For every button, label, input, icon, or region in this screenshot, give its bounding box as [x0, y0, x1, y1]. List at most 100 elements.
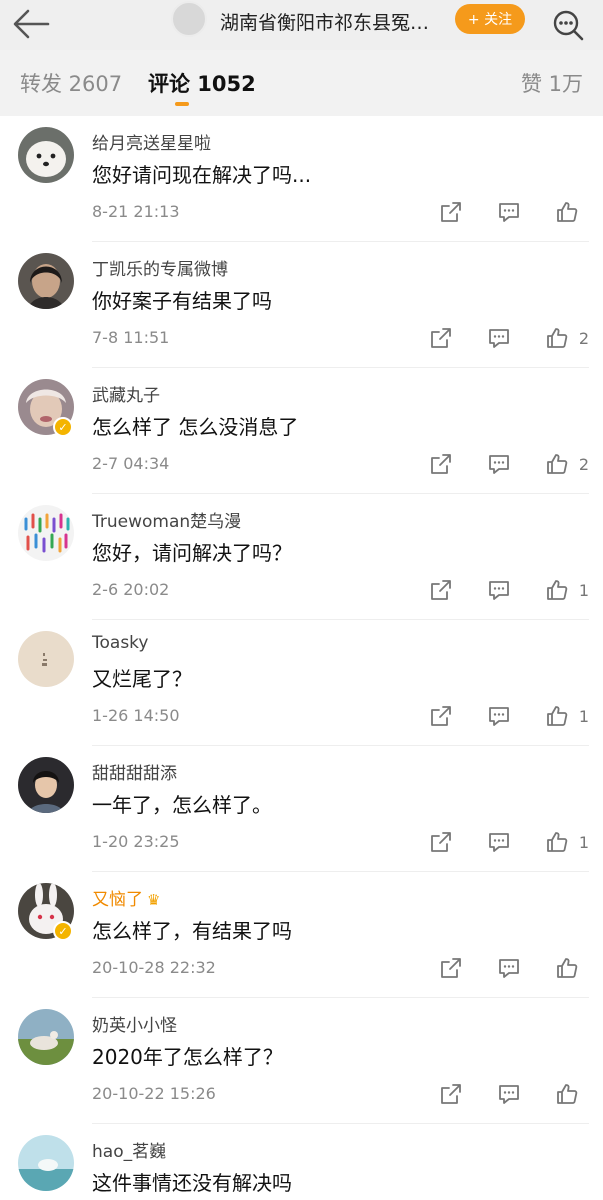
share-icon [441, 1084, 461, 1104]
like-count: 2 [578, 328, 589, 348]
comment-text: 你好案子有结果了吗 [92, 289, 272, 313]
verified-badge-icon: ✓ [53, 417, 73, 437]
share-button[interactable] [429, 326, 453, 350]
comment-icon [488, 707, 509, 726]
avatar[interactable] [18, 631, 74, 687]
like-button[interactable] [555, 1082, 589, 1106]
avatar[interactable] [18, 1135, 74, 1191]
crown-icon: ♛ [147, 891, 161, 909]
thumbs-up-icon [557, 958, 578, 978]
comment-item: 奶英小小怪 2020年了怎么样了？ 20-10-22 15:26 [0, 998, 603, 1124]
thumbs-up-icon [546, 454, 568, 474]
share-button[interactable] [439, 1082, 463, 1106]
comment-username[interactable]: 奶英小小怪 [92, 1011, 177, 1036]
comment-username[interactable]: 甜甜甜甜添 [92, 759, 177, 784]
comment-actions: 1 [395, 578, 589, 602]
share-icon [430, 580, 451, 600]
username-text[interactable]: 又恼了 [92, 890, 143, 910]
comment-username[interactable]: Toasky [92, 633, 148, 653]
reply-button[interactable] [487, 452, 511, 476]
follow-button[interactable]: + 关注 [455, 4, 525, 34]
comment-icon [499, 203, 519, 222]
back-arrow-icon[interactable] [12, 6, 52, 42]
comment-icon [488, 833, 509, 852]
tab-comments[interactable]: 评论 1052 [148, 68, 256, 98]
comment-item: ✓ 又恼了 ♛ 怎么样了，有结果了吗 20-10-28 22:32 [0, 872, 603, 998]
comment-text: 您好请问现在解决了吗... [92, 163, 312, 187]
share-button[interactable] [429, 830, 453, 854]
comment-time: 2-6 20:02 [92, 580, 170, 599]
comment-icon [488, 581, 509, 600]
share-icon [441, 202, 461, 222]
share-button[interactable] [429, 578, 453, 602]
comment-time: 8-21 21:13 [92, 202, 180, 221]
comment-text: 2020年了怎么样了？ [92, 1045, 283, 1069]
comment-text: 又烂尾了？ [92, 667, 192, 691]
share-button[interactable] [439, 956, 463, 980]
share-icon [441, 958, 461, 978]
tab-indicator [175, 102, 189, 106]
reply-button[interactable] [497, 200, 521, 224]
comment-username[interactable]: Truewoman楚乌漫 [92, 507, 241, 532]
comment-actions: 2 [395, 326, 589, 350]
like-count: 2 [578, 454, 589, 474]
comment-text: 您好，请问解决了吗？ [92, 541, 292, 565]
share-button[interactable] [429, 704, 453, 728]
comment-item: hao_茗巍 这件事情还没有解决吗 [0, 1124, 603, 1200]
comment-actions: 1 [395, 830, 589, 854]
like-button[interactable]: 1 [545, 578, 589, 602]
like-button[interactable]: 2 [545, 452, 589, 476]
like-count: 1 [578, 832, 589, 852]
comment-icon [488, 329, 509, 348]
avatar[interactable] [18, 757, 74, 813]
more-icon[interactable] [548, 4, 588, 44]
tab-likes[interactable]: 赞 1万 [521, 68, 583, 98]
like-count: 1 [578, 706, 589, 726]
comment-text: 一年了，怎么样了。 [92, 793, 272, 817]
comment-actions [405, 200, 589, 224]
share-icon [430, 454, 451, 474]
comment-time: 20-10-28 22:32 [92, 958, 216, 977]
reply-button[interactable] [487, 326, 511, 350]
comment-icon [488, 455, 509, 474]
like-button[interactable] [555, 200, 589, 224]
reply-button[interactable] [497, 956, 521, 980]
share-icon [430, 832, 451, 852]
tab-bar: 转发 2607 评论 1052 赞 1万 [0, 50, 603, 116]
comment-text: 怎么样了，有结果了吗 [92, 919, 292, 943]
share-icon [430, 328, 451, 348]
reply-button[interactable] [487, 830, 511, 854]
avatar[interactable] [18, 127, 74, 183]
like-button[interactable]: 1 [545, 704, 589, 728]
like-button[interactable] [555, 956, 589, 980]
page-avatar[interactable] [171, 1, 207, 37]
verified-badge-icon: ✓ [53, 921, 73, 941]
comment-time: 1-26 14:50 [92, 706, 180, 725]
reply-button[interactable] [487, 704, 511, 728]
like-button[interactable]: 1 [545, 830, 589, 854]
share-button[interactable] [429, 452, 453, 476]
comment-item: Truewoman楚乌漫 您好，请问解决了吗？ 2-6 20:02 1 [0, 494, 603, 620]
thumbs-up-icon [557, 1084, 578, 1104]
comment-text: 这件事情还没有解决吗 [92, 1171, 292, 1195]
comment-item: 甜甜甜甜添 一年了，怎么样了。 1-20 23:25 1 [0, 746, 603, 872]
comment-username[interactable]: hao_茗巍 [92, 1137, 166, 1162]
comment-text: 怎么样了 怎么没消息了 [92, 415, 299, 439]
top-bar: 湖南省衡阳市祁东县冤… + 关注 [0, 0, 603, 50]
tab-reposts[interactable]: 转发 2607 [20, 68, 122, 98]
avatar[interactable] [18, 253, 74, 309]
page-title: 湖南省衡阳市祁东县冤… [220, 12, 430, 34]
comment-item: Toasky 又烂尾了？ 1-26 14:50 1 [0, 620, 603, 746]
avatar[interactable] [18, 1009, 74, 1065]
reply-button[interactable] [497, 1082, 521, 1106]
comment-username[interactable]: 又恼了 ♛ [92, 885, 160, 910]
comment-username[interactable]: 丁凯乐的专属微博 [92, 255, 228, 280]
comment-actions [405, 1082, 589, 1106]
comment-actions: 2 [395, 452, 589, 476]
reply-button[interactable] [487, 578, 511, 602]
share-button[interactable] [439, 200, 463, 224]
like-button[interactable]: 2 [545, 326, 589, 350]
comment-username[interactable]: 给月亮送星星啦 [92, 129, 211, 154]
avatar[interactable] [18, 505, 74, 561]
comment-username[interactable]: 武藏丸子 [92, 381, 160, 406]
